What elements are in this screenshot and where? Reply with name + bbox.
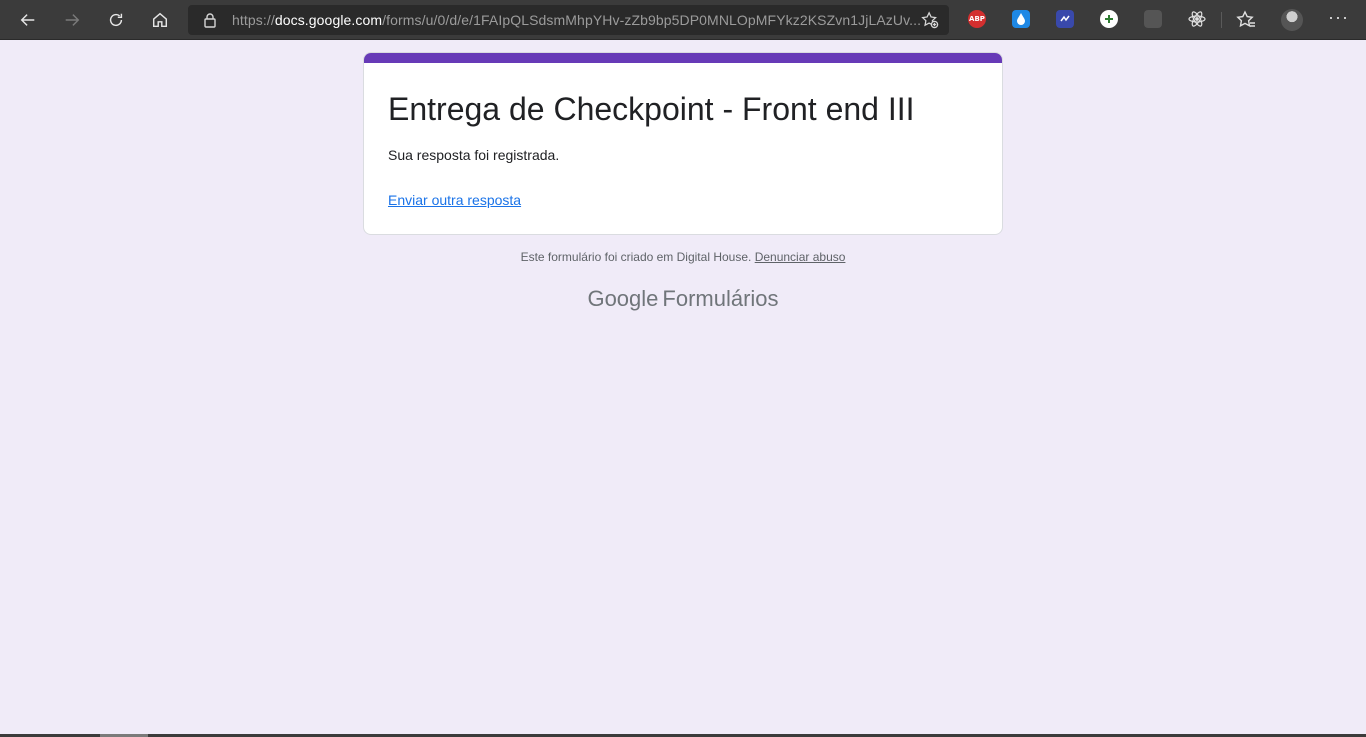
form-footer: Este formulário foi criado em Digital Ho… <box>0 250 1366 264</box>
url-scheme: https:// <box>232 12 275 28</box>
adblock-label: ABP <box>969 15 985 23</box>
disabled-extension-icon[interactable] <box>1144 10 1162 28</box>
google-wordmark: Google <box>587 286 659 311</box>
created-by-text: Este formulário foi criado em Digital Ho… <box>520 250 752 264</box>
drop-extension-icon[interactable] <box>1012 10 1030 28</box>
url-host: docs.google.com <box>274 12 383 28</box>
add-favorite-icon[interactable] <box>921 11 939 29</box>
home-button[interactable] <box>144 4 176 36</box>
browser-toolbar: https://docs.google.com/forms/u/0/d/e/1F… <box>0 0 1366 40</box>
home-icon <box>152 12 168 28</box>
url-text[interactable]: https://docs.google.com/forms/u/0/d/e/1F… <box>232 12 921 28</box>
favorites-icon[interactable] <box>1236 10 1256 30</box>
refresh-button[interactable] <box>100 4 132 36</box>
arrow-right-icon <box>65 14 80 26</box>
forms-wordmark: Formulários <box>662 286 779 311</box>
back-button[interactable] <box>12 4 44 36</box>
plus-extension-icon[interactable] <box>1100 10 1118 28</box>
adblock-extension-icon[interactable]: ABP <box>968 10 986 28</box>
link-extension-icon[interactable] <box>1056 10 1074 28</box>
plus-icon <box>1105 15 1113 23</box>
more-menu-icon[interactable]: ··· <box>1328 8 1348 30</box>
droplet-icon <box>1017 13 1025 25</box>
address-bar[interactable]: https://docs.google.com/forms/u/0/d/e/1F… <box>188 5 949 35</box>
arrow-left-icon <box>20 14 35 26</box>
form-title: Entrega de Checkpoint - Front end III <box>388 91 915 127</box>
profile-avatar[interactable] <box>1281 9 1303 31</box>
confirmation-message: Sua resposta foi registrada. <box>388 147 560 163</box>
submit-another-response-link[interactable]: Enviar outra resposta <box>388 192 521 208</box>
react-devtools-icon[interactable] <box>1188 10 1206 28</box>
refresh-icon <box>109 13 123 27</box>
toolbar-separator <box>1221 12 1222 28</box>
report-abuse-link[interactable]: Denunciar abuso <box>755 250 846 264</box>
form-card: Entrega de Checkpoint - Front end III Su… <box>363 52 1003 235</box>
forward-button[interactable] <box>56 4 88 36</box>
link-icon <box>1060 15 1070 22</box>
form-accent-bar <box>364 53 1002 63</box>
lock-icon <box>204 13 216 28</box>
atom-icon <box>1188 11 1206 27</box>
url-path: /forms/u/0/d/e/1FAIpQLSdsmMhpYHv-zZb9bp5… <box>382 12 922 28</box>
google-forms-logo[interactable]: Google Formulários <box>0 286 1366 312</box>
